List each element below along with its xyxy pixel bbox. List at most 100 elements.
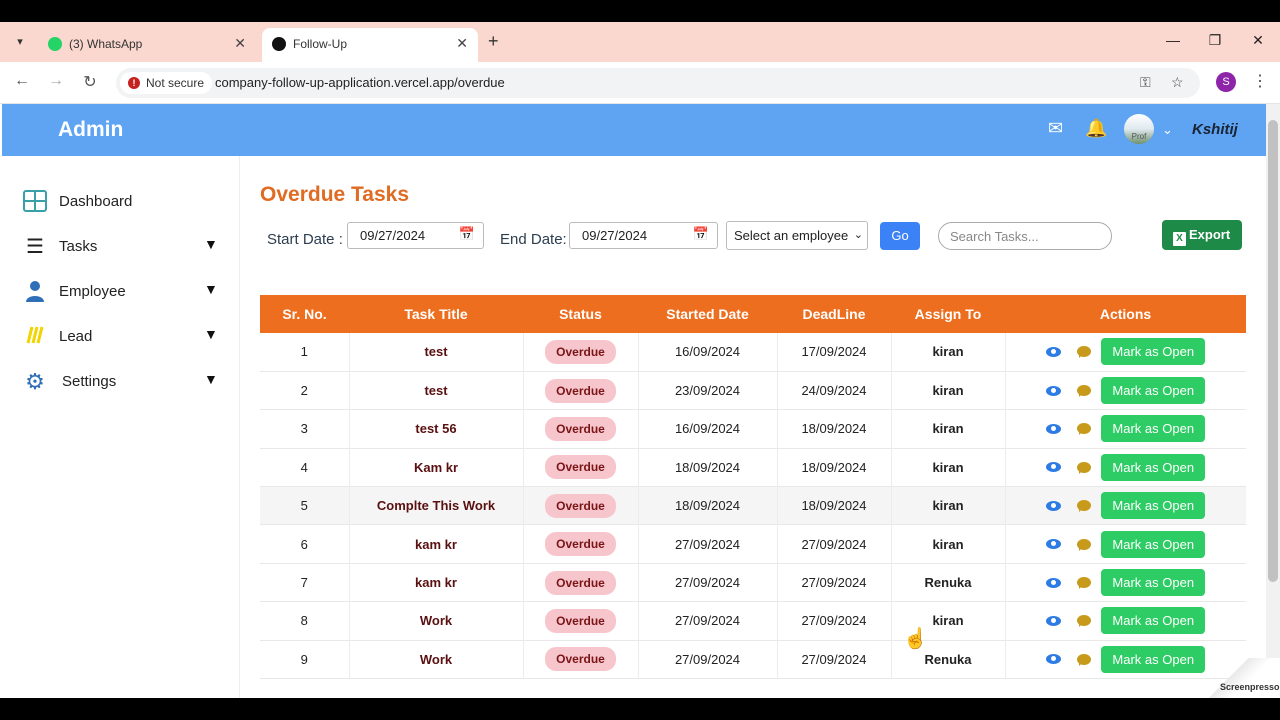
actions-cell: Mark as Open [1005,371,1246,409]
mark-as-open-button[interactable]: Mark as Open [1101,569,1206,597]
comment-icon[interactable] [1077,423,1092,436]
comment-icon[interactable] [1077,615,1092,628]
avatar[interactable]: Prof [1124,114,1154,144]
tab-title: (3) WhatsApp [69,37,143,51]
chevron-down-icon[interactable]: ▼ [204,371,218,387]
calendar-icon[interactable]: 📅 [459,226,475,242]
mark-as-open-button[interactable]: Mark as Open [1101,530,1206,558]
export-button[interactable]: X Export [1162,220,1242,250]
security-chip[interactable]: ! Not secure [120,72,213,94]
export-label: Export [1189,227,1231,242]
vercel-icon [272,37,286,51]
view-eye-icon[interactable] [1046,654,1062,665]
excel-icon: X [1173,232,1186,246]
mark-as-open-button[interactable]: Mark as Open [1101,645,1206,673]
sidebar-item-tasks[interactable]: ☰ Tasks ▼ [0,227,240,267]
page-scrollbar[interactable] [1266,104,1280,698]
comment-icon[interactable] [1077,385,1092,398]
start-date-input[interactable]: 09/27/2024 📅 [347,222,484,249]
view-eye-icon[interactable] [1046,462,1062,473]
calendar-icon[interactable]: 📅 [693,226,709,242]
tab-whatsapp[interactable]: (3) WhatsApp ✕ [38,28,256,62]
view-eye-icon[interactable] [1046,615,1062,626]
profile-avatar[interactable]: S [1216,72,1236,92]
chevron-down-icon[interactable]: ▼ [204,281,218,297]
chevron-down-icon[interactable]: ▼ [204,236,218,252]
watermark: Screenpresso [1200,658,1280,698]
table-row: 2 test Overdue 23/09/2024 24/09/2024 kiran Mar… [260,371,1246,410]
watermark-text: Screenpresso [1220,682,1280,692]
view-eye-icon[interactable] [1046,423,1062,434]
scrollbar-thumb[interactable] [1268,120,1278,582]
chevron-down-icon[interactable]: ⌄ [1162,122,1173,138]
deadline-cell: 27/09/2024 [777,563,892,602]
mark-as-open-button[interactable]: Mark as Open [1101,377,1206,405]
tab-follow-up[interactable]: Follow-Up ✕ [262,28,478,62]
deadline-cell: 17/09/2024 [777,333,892,372]
go-button[interactable]: Go [880,222,920,250]
tab-close-icon[interactable]: ✕ [456,35,468,52]
search-input[interactable]: Search Tasks... [938,222,1112,250]
view-eye-icon[interactable] [1046,539,1062,550]
status-cell: Overdue [523,486,639,525]
comment-icon[interactable] [1077,461,1092,474]
comment-icon[interactable] [1077,653,1092,666]
start-date-label: Start Date : [267,231,343,248]
avatar-alt-text: Prof [1131,132,1147,141]
tab-search-chevron-icon[interactable]: ▾ [10,32,30,52]
comment-icon[interactable] [1077,538,1092,551]
view-eye-icon[interactable] [1046,346,1062,357]
comment-icon[interactable] [1077,500,1092,513]
chevron-down-icon[interactable]: ▼ [204,326,218,342]
view-eye-icon[interactable] [1046,577,1062,588]
view-eye-icon[interactable] [1046,385,1062,396]
mark-as-open-button[interactable]: Mark as Open [1101,607,1206,635]
employee-select[interactable]: Select an employee ⌄ [726,221,868,250]
status-cell: Overdue [523,371,639,410]
end-date-value: 09/27/2024 [582,228,648,243]
deadline-cell: 27/09/2024 [777,524,892,564]
view-eye-icon[interactable] [1046,500,1062,511]
mark-as-open-button[interactable]: Mark as Open [1101,492,1206,520]
end-date-input[interactable]: 09/27/2024 📅 [569,222,718,249]
sr-no-cell: 2 [260,371,350,410]
sidebar-item-lead[interactable]: Lead ▼ [0,317,240,357]
sidebar-item-settings[interactable]: ⚙ Settings ▼ [0,362,240,402]
mark-as-open-button[interactable]: Mark as Open [1101,338,1206,366]
status-badge: Overdue [545,532,616,557]
password-key-icon[interactable]: ⚿ [1140,74,1151,91]
new-tab-button[interactable]: + [488,31,499,52]
minimize-icon[interactable]: — [1163,32,1183,48]
reload-icon[interactable]: ↻ [80,72,100,92]
bookmark-star-icon[interactable]: ☆ [1171,74,1184,91]
page-title: Overdue Tasks [260,183,410,206]
started-date-cell: 18/09/2024 [638,448,778,487]
sidebar-item-employee[interactable]: Employee ▼ [0,272,240,312]
table-row: 1 test Overdue 16/09/2024 17/09/2024 kiran Mar… [260,333,1246,372]
table-row: 4 Kam kr Overdue 18/09/2024 18/09/2024 kiran M… [260,448,1246,487]
browser-menu-icon[interactable]: ⋮ [1252,71,1268,91]
sidebar-item-dashboard[interactable]: Dashboard [0,182,240,222]
comment-icon[interactable] [1077,577,1092,590]
restore-icon[interactable]: ❐ [1205,32,1225,49]
status-badge: Overdue [545,339,616,364]
back-icon[interactable]: ← [12,72,32,90]
url-text[interactable]: company-follow-up-application.vercel.app… [215,75,505,90]
comment-icon[interactable] [1077,346,1092,359]
tab-close-icon[interactable]: ✕ [234,35,246,52]
mark-as-open-button[interactable]: Mark as Open [1101,415,1206,443]
task-title-cell: test [349,333,524,372]
mail-icon[interactable]: ✉ [1048,118,1063,139]
assignee-cell: kiran [891,333,1006,372]
tab-title: Follow-Up [293,37,348,51]
sr-no-cell: 9 [260,640,350,679]
bell-icon[interactable]: 🔔 [1085,118,1107,139]
address-bar[interactable]: ! Not secure company-follow-up-applicati… [116,68,1200,98]
close-window-icon[interactable]: ✕ [1248,32,1268,49]
actions-cell: Mark as Open [1005,563,1246,601]
started-date-cell: 16/09/2024 [638,409,778,449]
sidebar-item-label: Settings [62,373,117,390]
forward-icon[interactable]: → [46,72,66,90]
mark-as-open-button[interactable]: Mark as Open [1101,453,1206,481]
username: Kshitij [1192,121,1238,138]
